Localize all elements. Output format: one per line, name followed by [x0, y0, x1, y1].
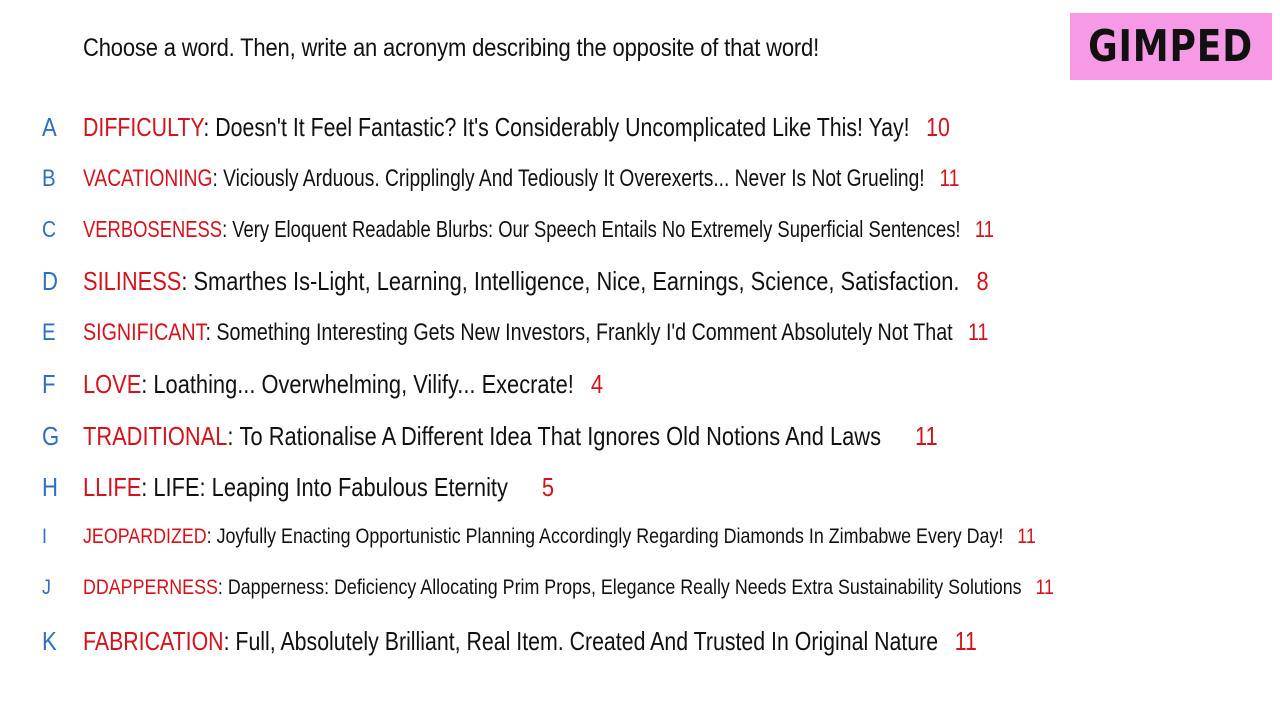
row-letter: D	[42, 266, 58, 296]
acronym-row: G TRADITIONAL: To Rationalise A Different…	[0, 421, 1280, 457]
row-colon: :	[141, 369, 154, 399]
row-word: LOVE	[83, 369, 142, 399]
row-letter: B	[42, 165, 56, 192]
row-gap	[508, 472, 542, 502]
row-colon: :	[212, 165, 224, 192]
row-letter: K	[42, 626, 57, 656]
row-score: 4	[590, 369, 603, 399]
row-letter: H	[42, 472, 58, 502]
row-word: VACATIONING	[83, 165, 213, 192]
row-gap	[925, 165, 940, 192]
row-word: VERBOSENESS	[83, 216, 223, 242]
row-gap	[938, 626, 955, 656]
row-colon: :	[222, 216, 233, 242]
row-definition: To Rationalise A Different Idea That Ign…	[239, 421, 881, 451]
row-score: 11	[974, 216, 994, 242]
row-gap	[1003, 525, 1017, 548]
row-score: 11	[914, 421, 938, 451]
row-colon: :	[227, 421, 240, 451]
row-word: FABRICATION	[83, 626, 224, 656]
acronym-row: B VACATIONING: Viciously Arduous. Crippli…	[0, 165, 1280, 201]
row-definition: Viciously Arduous. Cripplingly And Tedio…	[223, 165, 925, 192]
row-gap	[959, 266, 976, 296]
row-gap	[881, 421, 915, 451]
row-colon: :	[141, 472, 154, 502]
row-word: SIGNIFICANT	[83, 319, 206, 346]
row-content: SILINESS: Smarthes Is-Light, Learning, I…	[83, 266, 989, 297]
acronym-row: A DIFFICULTY: Doesn't It Feel Fantastic? …	[0, 112, 1280, 148]
acronym-row: K FABRICATION: Full, Absolutely Brilliant…	[0, 626, 1280, 662]
prompt-text: Choose a word. Then, write an acronym de…	[83, 34, 820, 62]
row-definition: Smarthes Is-Light, Learning, Intelligenc…	[193, 266, 960, 296]
acronym-row: F LOVE: Loathing... Overwhelming, Vilify.…	[0, 369, 1280, 405]
row-definition: LIFE: Leaping Into Fabulous Eternity	[153, 472, 508, 502]
row-colon: :	[181, 266, 194, 296]
row-content: LOVE: Loathing... Overwhelming, Vilify..…	[83, 369, 603, 400]
row-gap	[910, 112, 927, 142]
row-letter: E	[42, 319, 56, 346]
row-content: SIGNIFICANT: Something Interesting Gets …	[83, 319, 988, 347]
row-word: DDAPPERNESS	[83, 576, 218, 599]
row-colon: :	[217, 576, 228, 599]
row-definition: Full, Absolutely Brilliant, Real Item. C…	[235, 626, 939, 656]
acronym-row: H LLIFE: LIFE: Leaping Into Fabulous Eter…	[0, 472, 1280, 508]
row-content: LLIFE: LIFE: Leaping Into Fabulous Etern…	[83, 472, 554, 503]
row-gap	[961, 216, 975, 242]
row-score: 10	[926, 112, 950, 142]
row-content: VACATIONING: Viciously Arduous. Cripplin…	[83, 165, 959, 193]
acronym-row: C VERBOSENESS: Very Eloquent Readable Blu…	[0, 216, 1280, 252]
gimped-badge: GIMPED	[1070, 13, 1272, 80]
row-word: TRADITIONAL	[83, 421, 228, 451]
row-content: JEOPARDIZED: Joyfully Enacting Opportuni…	[83, 525, 1036, 549]
row-colon: :	[205, 319, 217, 346]
row-content: DIFFICULTY: Doesn't It Feel Fantastic? I…	[83, 112, 950, 143]
row-letter: A	[42, 112, 57, 142]
row-content: FABRICATION: Full, Absolutely Brilliant,…	[83, 626, 977, 657]
row-letter: J	[42, 576, 51, 599]
row-score: 8	[976, 266, 989, 296]
row-definition: Something Interesting Gets New Investors…	[216, 319, 953, 346]
row-gap	[953, 319, 968, 346]
row-word: JEOPARDIZED	[83, 525, 207, 548]
gimped-badge-label: GIMPED	[1088, 21, 1254, 72]
row-word: SILINESS	[83, 266, 182, 296]
row-definition: Dapperness: Deficiency Allocating Prim P…	[227, 576, 1022, 599]
row-letter: C	[42, 216, 57, 242]
row-content: DDAPPERNESS: Dapperness: Deficiency Allo…	[83, 576, 1054, 600]
row-word: LLIFE	[83, 472, 142, 502]
row-colon: :	[223, 626, 236, 656]
row-definition: Very Eloquent Readable Blurbs: Our Speec…	[232, 216, 961, 242]
row-letter: F	[42, 369, 56, 399]
row-score: 11	[967, 319, 989, 346]
row-definition: Loathing... Overwhelming, Vilify... Exec…	[153, 369, 574, 399]
row-word: DIFFICULTY	[83, 112, 204, 142]
row-score: 5	[541, 472, 555, 502]
row-content: TRADITIONAL: To Rationalise A Different …	[83, 421, 938, 452]
row-colon: :	[203, 112, 216, 142]
row-gap	[574, 369, 591, 399]
row-letter: G	[42, 421, 60, 451]
row-gap	[1022, 576, 1036, 599]
acronym-row: J DDAPPERNESS: Dapperness: Deficiency All…	[0, 576, 1280, 612]
acronym-row: I JEOPARDIZED: Joyfully Enacting Opportun…	[0, 525, 1280, 561]
row-letter: I	[42, 525, 47, 548]
row-colon: :	[206, 525, 217, 548]
row-definition: Joyfully Enacting Opportunistic Planning…	[216, 525, 1004, 548]
row-score: 11	[1017, 525, 1036, 548]
row-content: VERBOSENESS: Very Eloquent Readable Blur…	[83, 216, 994, 243]
acronym-row: E SIGNIFICANT: Something Interesting Gets…	[0, 319, 1280, 355]
row-score: 11	[1035, 576, 1054, 599]
acronym-row: D SILINESS: Smarthes Is-Light, Learning, …	[0, 266, 1280, 302]
row-score: 11	[939, 165, 960, 192]
row-score: 11	[954, 626, 977, 656]
row-definition: Doesn't It Feel Fantastic? It's Consider…	[215, 112, 910, 142]
